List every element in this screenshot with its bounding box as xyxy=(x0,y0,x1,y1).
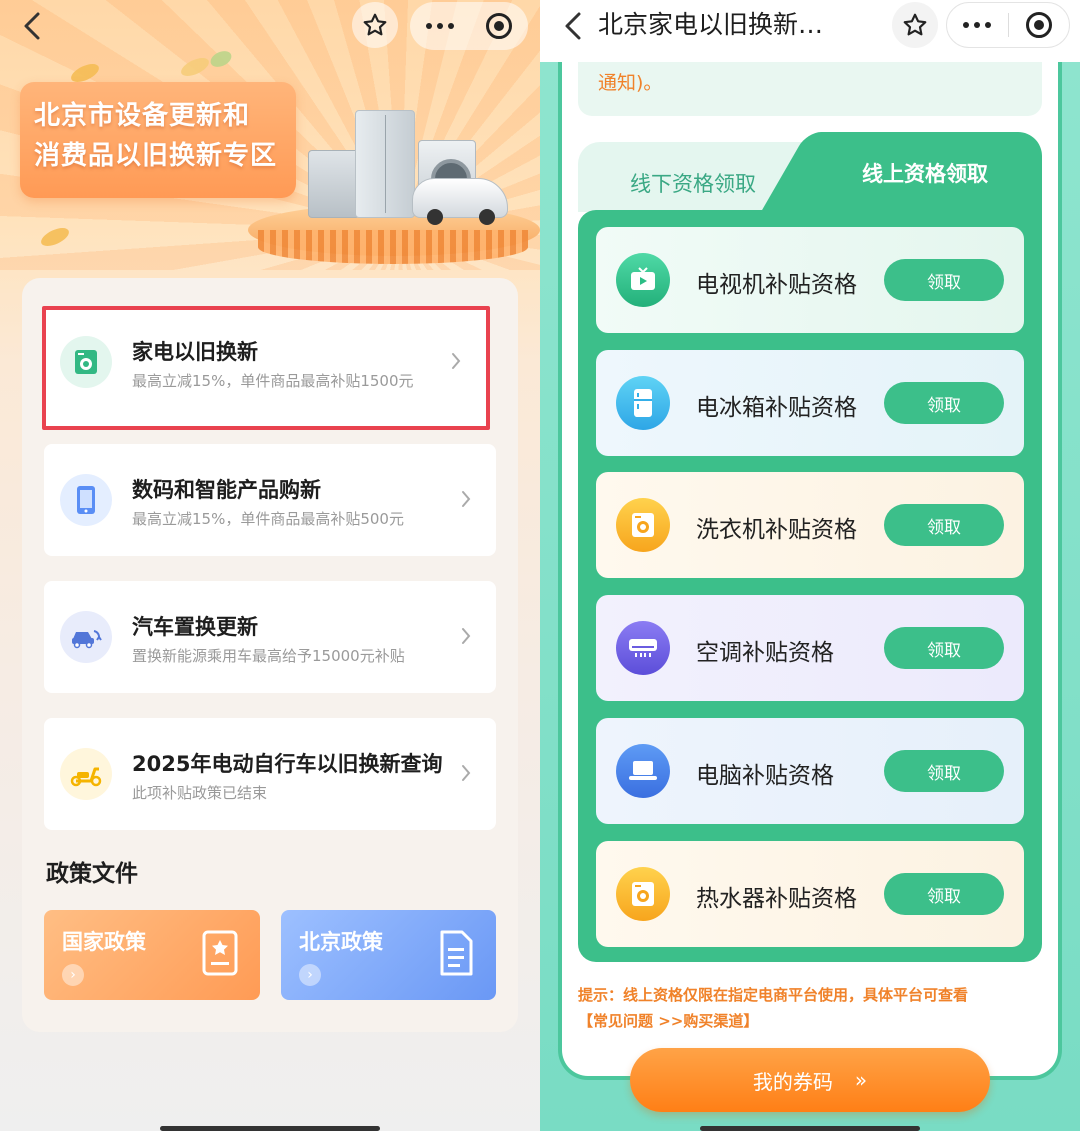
subsidy-item-washer: 洗衣机补贴资格 领取 xyxy=(596,472,1024,578)
tab-label: 线下资格领取 xyxy=(630,172,756,196)
chevron-right-icon xyxy=(444,346,468,376)
arrow-right-icon: › xyxy=(299,964,321,986)
subsidy-item-computer: 电脑补贴资格 领取 xyxy=(596,718,1024,824)
service-subtitle: 置换新能源乘用车最高给予15000元补贴 xyxy=(132,647,405,665)
washer-icon xyxy=(616,498,670,552)
subsidy-item-water-heater: 热水器补贴资格 领取 xyxy=(596,841,1024,947)
subsidy-label: 电脑补贴资格 xyxy=(696,763,834,789)
banner-title-line2: 消费品以旧换新专区 xyxy=(34,141,278,171)
favorite-star-icon[interactable] xyxy=(352,2,398,48)
home-indicator xyxy=(160,1126,380,1131)
policy-section-heading: 政策文件 xyxy=(46,861,138,887)
car-illustration xyxy=(412,178,508,225)
faq-purchase-channel-link[interactable]: 【常见问题 >>购买渠道】 xyxy=(578,1008,1048,1034)
claim-button[interactable]: 领取 xyxy=(884,382,1004,424)
banner-title-line1: 北京市设备更新和 xyxy=(34,101,251,131)
home-indicator xyxy=(700,1126,920,1131)
chevron-right-icon xyxy=(454,758,478,788)
tip-text: 提示：线上资格仅限在指定电商平台使用，具体平台可查看 【常见问题 >>购买渠道】 xyxy=(578,982,1048,1034)
air-conditioner-icon xyxy=(616,621,670,675)
service-item-car-replacement[interactable]: 汽车置换更新 置换新能源乘用车最高给予15000元补贴 xyxy=(44,581,496,693)
left-screen: 北京市设备更新和 消费品以旧换新专区 家电以旧换新 最高立减15%，单件商品最高… xyxy=(0,0,540,1131)
back-button[interactable] xyxy=(558,6,588,46)
document-star-icon xyxy=(202,930,238,976)
subsidy-item-tv: 电视机补贴资格 领取 xyxy=(596,227,1024,333)
service-title: 数码和智能产品购新 xyxy=(132,478,321,502)
washing-machine-icon xyxy=(60,336,112,388)
scooter-icon xyxy=(60,748,112,800)
claim-button[interactable]: 领取 xyxy=(884,627,1004,669)
water-heater-icon xyxy=(616,867,670,921)
top-navigation-bar: 北京家电以旧换新… xyxy=(540,0,1080,62)
back-button[interactable] xyxy=(14,6,50,46)
menu-capsule xyxy=(946,2,1070,48)
chevron-right-icon xyxy=(454,621,478,651)
page-title: 北京家电以旧换新… xyxy=(598,10,824,39)
more-icon[interactable] xyxy=(410,2,469,50)
subsidy-label: 电冰箱补贴资格 xyxy=(696,395,857,421)
claim-button[interactable]: 领取 xyxy=(884,504,1004,546)
document-icon xyxy=(440,930,473,976)
subsidy-label: 洗衣机补贴资格 xyxy=(696,517,857,543)
national-policy-card[interactable]: 国家政策 › xyxy=(44,910,260,1000)
hero-banner: 北京市设备更新和 消费品以旧换新专区 xyxy=(20,82,296,198)
service-item-appliance-tradein[interactable]: 家电以旧换新 最高立减15%，单件商品最高补贴1500元 xyxy=(42,306,490,430)
dishwasher-illustration xyxy=(308,150,360,218)
tab-label: 线上资格领取 xyxy=(862,162,988,186)
fridge-illustration xyxy=(355,110,415,218)
more-icon[interactable] xyxy=(947,3,1008,47)
service-title: 2025年电动自行车以旧换新查询 xyxy=(132,752,443,776)
notice-text: 通知)。 xyxy=(598,72,663,94)
claim-button[interactable]: 领取 xyxy=(884,873,1004,915)
phone-icon xyxy=(60,474,112,526)
chevron-right-icon xyxy=(454,484,478,514)
my-coupon-code-button[interactable]: 我的券码 » xyxy=(630,1048,990,1112)
fridge-icon xyxy=(616,376,670,430)
claim-button[interactable]: 领取 xyxy=(884,750,1004,792)
subsidy-item-air-conditioner: 空调补贴资格 领取 xyxy=(596,595,1024,701)
arrow-right-icon: › xyxy=(62,964,84,986)
hero-stage-base xyxy=(258,230,528,264)
service-title: 汽车置换更新 xyxy=(132,615,258,639)
close-miniprogram-icon[interactable] xyxy=(1009,3,1070,47)
service-subtitle: 最高立减15%，单件商品最高补贴500元 xyxy=(132,510,404,528)
service-title: 家电以旧换新 xyxy=(132,340,258,364)
subsidy-label: 热水器补贴资格 xyxy=(696,886,857,912)
car-swap-icon xyxy=(60,611,112,663)
subsidy-label: 空调补贴资格 xyxy=(696,640,834,666)
close-miniprogram-icon[interactable] xyxy=(469,2,528,50)
double-chevron-right-icon: » xyxy=(854,1068,868,1092)
tab-online[interactable]: 线上资格领取 xyxy=(814,132,1042,212)
tv-icon xyxy=(616,253,670,307)
subsidy-item-fridge: 电冰箱补贴资格 领取 xyxy=(596,350,1024,456)
service-item-digital-products[interactable]: 数码和智能产品购新 最高立减15%，单件商品最高补贴500元 xyxy=(44,444,496,556)
qualification-tabs: 线下资格领取 线上资格领取 xyxy=(578,132,1042,212)
tip-line: 提示：线上资格仅限在指定电商平台使用，具体平台可查看 xyxy=(578,986,969,1004)
service-item-ebike-query[interactable]: 2025年电动自行车以旧换新查询 此项补贴政策已结束 xyxy=(44,718,496,830)
my-code-label: 我的券码 xyxy=(752,1069,833,1094)
favorite-star-icon[interactable] xyxy=(892,2,938,48)
menu-capsule xyxy=(410,2,528,50)
service-subtitle: 此项补贴政策已结束 xyxy=(132,784,268,802)
laptop-icon xyxy=(616,744,670,798)
beijing-policy-card[interactable]: 北京政策 › xyxy=(281,910,496,1000)
service-subtitle: 最高立减15%，单件商品最高补贴1500元 xyxy=(132,372,414,390)
claim-button[interactable]: 领取 xyxy=(884,259,1004,301)
subsidy-label: 电视机补贴资格 xyxy=(696,272,857,298)
right-screen: 北京家电以旧换新… 通知)。 线下资格领取 线上资格领取 电视机补贴资格 领取 … xyxy=(540,0,1080,1131)
